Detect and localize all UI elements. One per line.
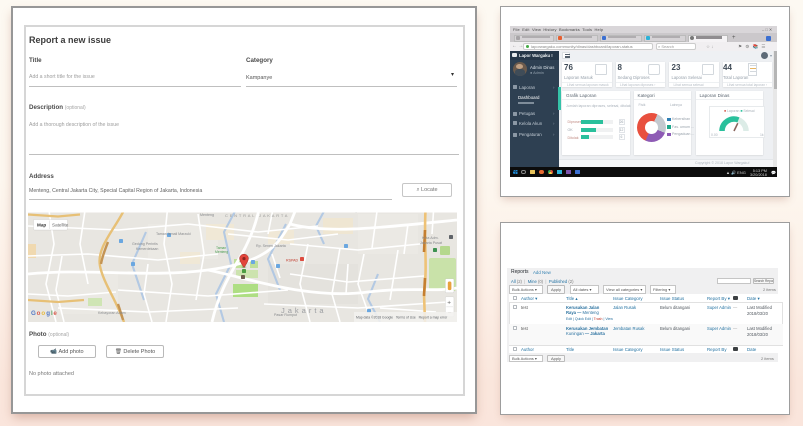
svg-text:Menteng: Menteng — [215, 250, 228, 254]
svg-text:RSPAD: RSPAD — [286, 259, 299, 263]
svg-text:Kemerdekaan: Kemerdekaan — [136, 247, 158, 251]
svg-text:Menteng: Menteng — [200, 213, 214, 217]
svg-text:Jakarta Pusat: Jakarta Pusat — [420, 241, 442, 245]
svg-text:G: G — [31, 310, 36, 317]
svg-text:o: o — [37, 310, 41, 317]
svg-text:Kota Adm.: Kota Adm. — [422, 236, 439, 240]
svg-text:g: g — [46, 310, 50, 317]
svg-text:+: + — [447, 300, 451, 307]
svg-text:Kebayoran Adam: Kebayoran Adam — [98, 311, 126, 315]
svg-text:e: e — [53, 310, 57, 317]
svg-text:Map: Map — [37, 223, 46, 228]
svg-text:Jakarta: Jakarta — [281, 306, 327, 315]
svg-text:CENTRAL JAKARTA: CENTRAL JAKARTA — [225, 213, 289, 218]
svg-text:Map data ©2018 Google Terms: Map data ©2018 Google Terms of Use Repor… — [356, 316, 448, 320]
svg-text:Rp. Senen Jakarta: Rp. Senen Jakarta — [256, 244, 286, 248]
svg-text:Taman Ismail Marzuki: Taman Ismail Marzuki — [156, 232, 191, 236]
svg-text:Gedung Perintis: Gedung Perintis — [132, 242, 158, 246]
svg-text:o: o — [41, 310, 45, 317]
svg-text:Satellite: Satellite — [52, 223, 69, 228]
